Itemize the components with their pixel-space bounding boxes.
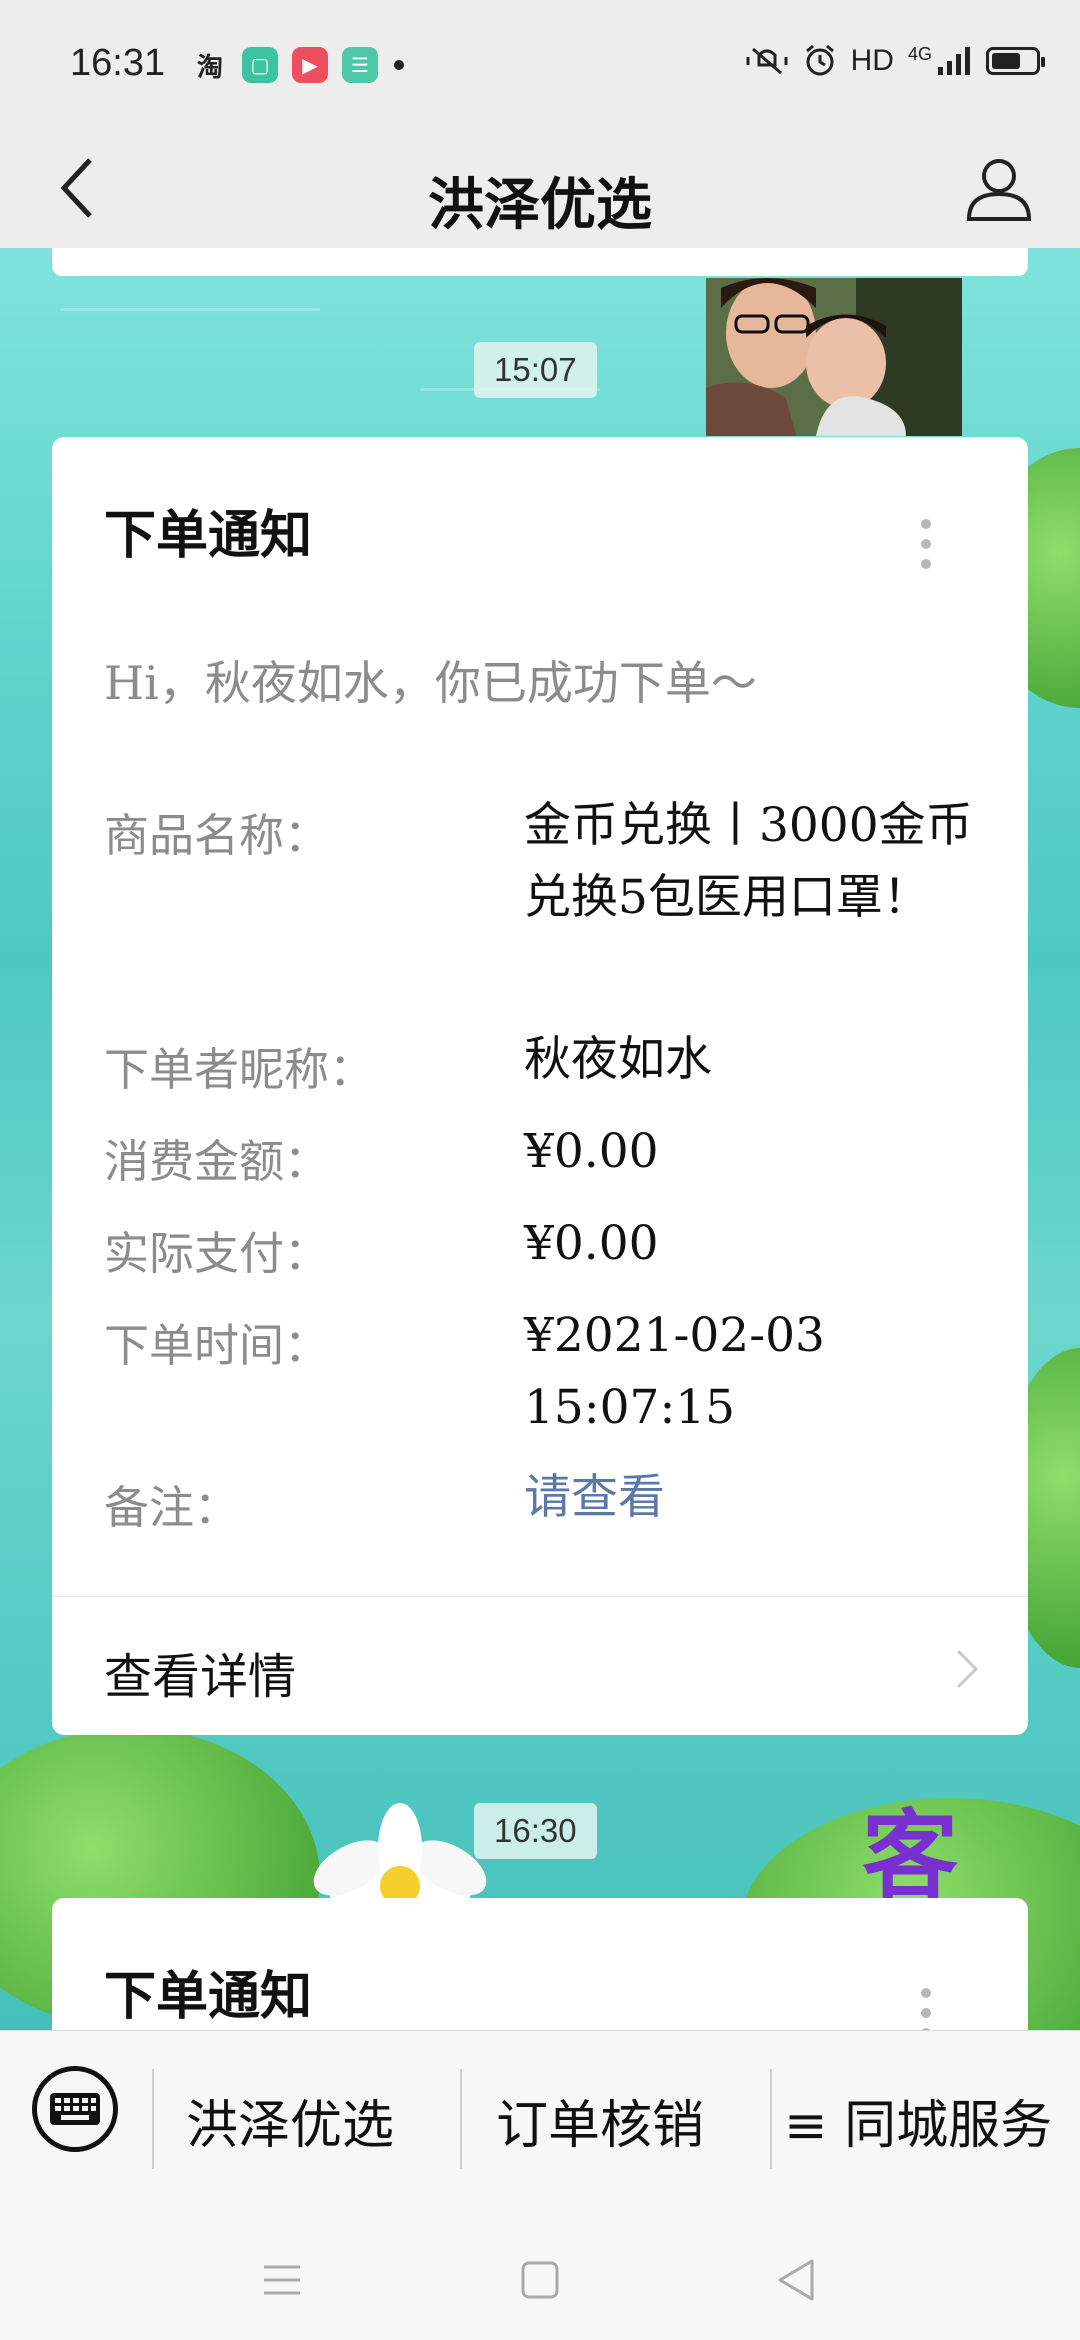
- more-dot-icon: [921, 2008, 931, 2018]
- system-navigation-bar: [0, 2210, 1080, 2340]
- more-dot-icon: [921, 519, 931, 529]
- card-title: 下单通知: [104, 505, 313, 566]
- status-time: 16:31: [70, 42, 166, 84]
- orderer-nickname-label: 下单者昵称：: [104, 1043, 375, 1096]
- view-details-button[interactable]: 查看详情: [52, 1597, 1028, 1735]
- order-time-label: 下单时间：: [104, 1319, 330, 1372]
- app-list-icon: ☰: [342, 47, 378, 83]
- signal-strength-icon: [938, 47, 970, 75]
- alarm-clock-icon: [805, 44, 834, 76]
- more-dot-icon: [921, 1988, 931, 1998]
- home-button[interactable]: [510, 2250, 570, 2310]
- battery-icon: [986, 47, 1045, 75]
- more-options-button[interactable]: [916, 1988, 936, 2030]
- message-timestamp: 16:30: [474, 1803, 597, 1859]
- page-title: 洪泽优选: [428, 172, 652, 238]
- back-nav-button[interactable]: [766, 2250, 826, 2310]
- consumption-amount-value: ¥0.00: [524, 1124, 659, 1179]
- actual-payment-value: ¥0.00: [524, 1216, 659, 1271]
- more-dot-icon: [921, 539, 931, 549]
- status-bar: 16:31 淘 ▢ ▶ ☰ HD 4G: [0, 0, 1080, 130]
- more-notifications-dot-icon: [394, 60, 404, 70]
- orderer-nickname-value: 秋夜如水: [524, 1032, 712, 1087]
- taobao-icon: 淘: [196, 52, 223, 83]
- square-home-icon: [521, 2261, 559, 2299]
- status-indicators: HD 4G: [745, 43, 1045, 78]
- notification-icons: 淘 ▢ ▶ ☰: [192, 47, 404, 83]
- menu-divider: [770, 2069, 772, 2169]
- remark-link[interactable]: 请查看: [524, 1462, 984, 1534]
- order-time-value: ¥2021-02-03 15:07:15: [524, 1308, 825, 1435]
- message-timestamp: 15:07: [474, 342, 597, 398]
- chevron-right-icon: [956, 1649, 979, 1689]
- chat-photo-image[interactable]: [706, 278, 962, 436]
- order-notification-card: 下单通知: [52, 1898, 1028, 2030]
- consumption-amount-label: 消费金额：: [104, 1135, 330, 1188]
- signal-label: 4G: [907, 43, 932, 64]
- menu-item-order-verify[interactable]: 订单核销: [496, 2083, 704, 2158]
- actual-payment-label: 实际支付：: [104, 1227, 330, 1280]
- menu-divider: [152, 2069, 154, 2169]
- people-photo-image: [706, 278, 962, 436]
- official-account-menu: 洪泽优选 订单核销 ≡ 同城服务: [0, 2030, 1080, 2210]
- card-title: 下单通知: [104, 1966, 313, 2027]
- order-notification-card: 下单通知 Hi，秋夜如水，你已成功下单～ 商品名称： 金币兑换丨3000金币兑换…: [52, 437, 1028, 1735]
- profile-button[interactable]: [954, 144, 1044, 234]
- triangle-back-icon: [778, 2259, 814, 2301]
- keyboard-toggle-button[interactable]: [32, 2066, 118, 2152]
- video-play-icon: ▶: [292, 47, 328, 83]
- more-options-button[interactable]: [916, 519, 936, 569]
- app-square-icon: ▢: [242, 47, 278, 83]
- water-ripple: [60, 308, 320, 311]
- user-icon: [966, 159, 1032, 221]
- nav-bar: 洪泽优选: [0, 130, 1080, 248]
- previous-message-card: [52, 248, 1028, 276]
- menu-item-hongze-select[interactable]: 洪泽优选: [186, 2083, 394, 2158]
- view-details-label: 查看详情: [104, 1649, 297, 1705]
- decorative-character: 客: [862, 1799, 958, 1912]
- keyboard-icon: [50, 2093, 100, 2125]
- remark-label: 备注：: [104, 1481, 240, 1534]
- recent-apps-button[interactable]: [252, 2250, 312, 2310]
- network-type: HD: [850, 44, 894, 77]
- mute-vibrate-icon: [746, 47, 788, 75]
- menu-lines-icon: [264, 2265, 300, 2295]
- menu-item-city-service[interactable]: ≡ 同城服务: [784, 2083, 1052, 2158]
- product-name-value: 金币兑换丨3000金币兑换5包医用口罩！: [524, 798, 973, 925]
- greeting-text: Hi，秋夜如水，你已成功下单～: [104, 656, 757, 710]
- more-dot-icon: [921, 559, 931, 569]
- menu-divider: [460, 2069, 462, 2169]
- product-name-label: 商品名称：: [104, 809, 330, 862]
